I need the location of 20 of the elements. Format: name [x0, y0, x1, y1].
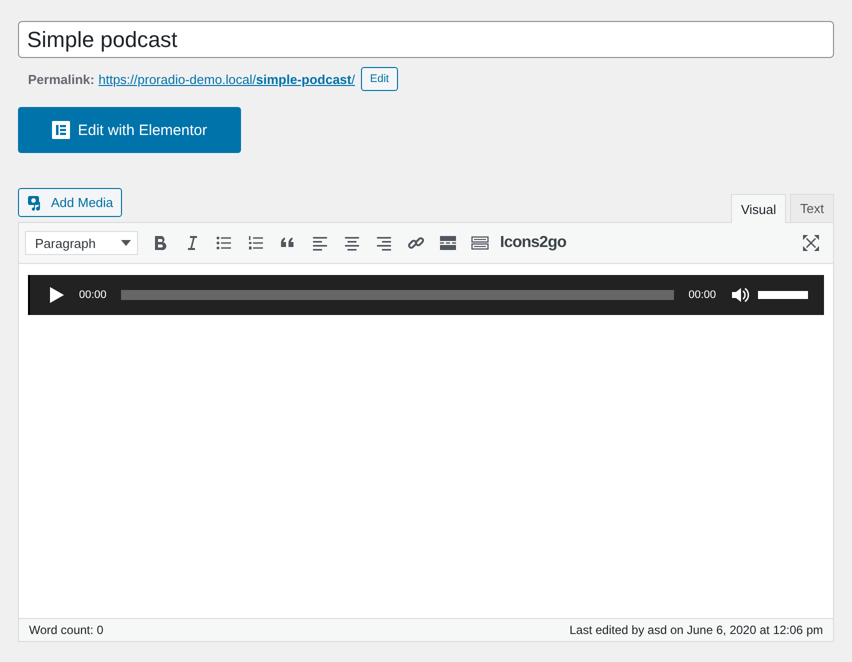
permalink-label: Permalink:: [28, 72, 94, 86]
progress-track[interactable]: [120, 290, 674, 300]
word-count: Word count: 0: [29, 623, 104, 637]
elementor-icon: [52, 121, 70, 139]
icons2go-logo[interactable]: Icons2go: [500, 234, 566, 252]
permalink-link[interactable]: https://proradio-demo.local/simple-podcast/: [98, 72, 355, 86]
play-icon[interactable]: [49, 286, 65, 304]
edit-permalink-button[interactable]: Edit: [361, 67, 398, 91]
caret-icon: [121, 240, 131, 246]
add-media-button[interactable]: Add Media: [18, 188, 122, 217]
duration-time: 00:00: [688, 289, 716, 301]
edit-with-elementor-button[interactable]: Edit with Elementor: [18, 107, 241, 153]
format-select[interactable]: Paragraph: [25, 231, 138, 255]
current-time: 00:00: [79, 289, 107, 301]
title-field[interactable]: Simple podcast: [18, 21, 834, 58]
volume-slider[interactable]: [758, 291, 808, 299]
editor-tab[interactable]: Visual: [730, 194, 786, 223]
volume-icon[interactable]: [730, 285, 750, 305]
last-edited: Last edited by asd on June 6, 2020 at 12:06 pm: [569, 623, 823, 637]
editor-tab[interactable]: Text: [790, 194, 834, 222]
